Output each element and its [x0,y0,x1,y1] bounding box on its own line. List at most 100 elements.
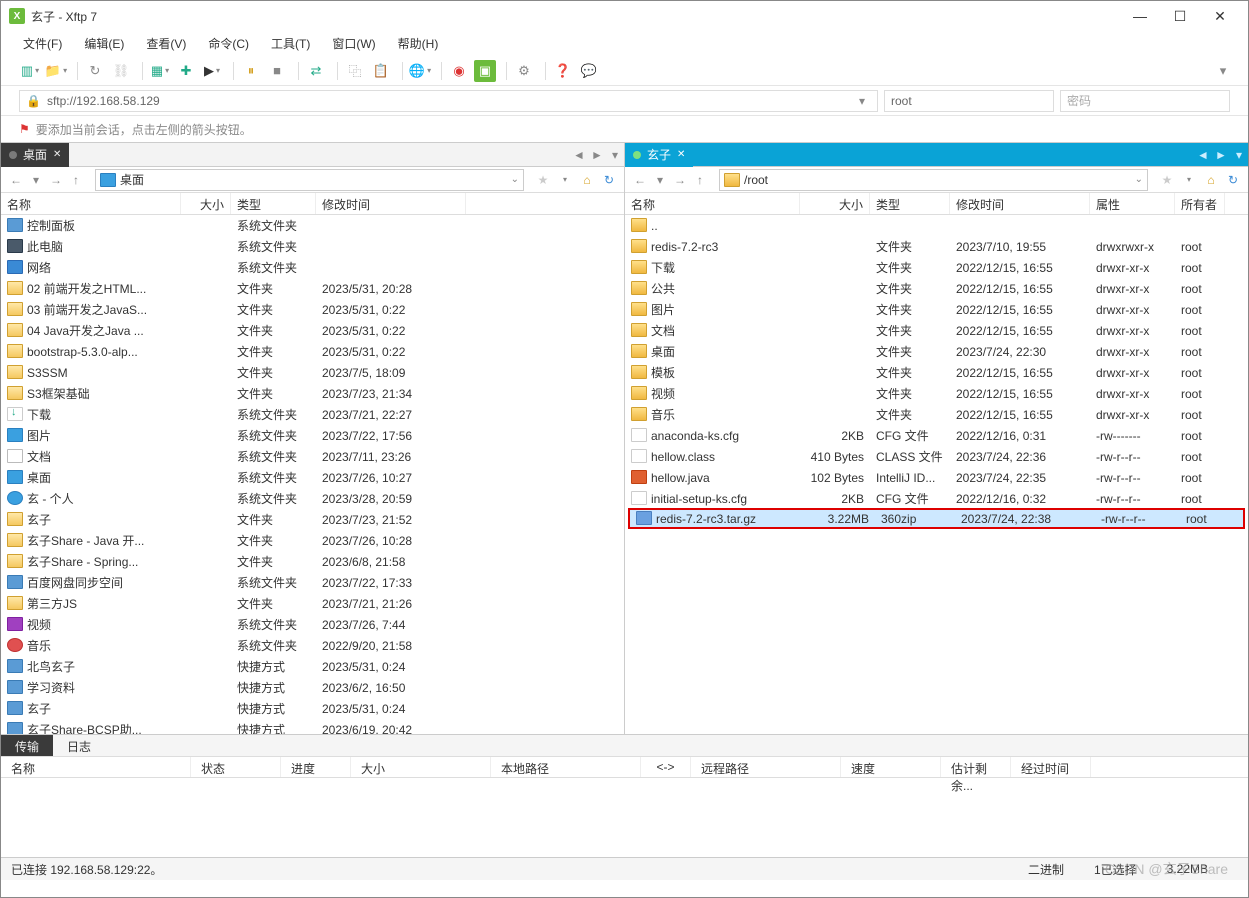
stop-icon[interactable]: ■ [266,60,288,82]
list-item[interactable]: 04 Java开发之Java ...文件夹2023/5/31, 0:22 [1,320,624,341]
password-input[interactable]: 密码 [1060,90,1230,112]
list-item[interactable]: 音乐文件夹2022/12/15, 16:55drwxr-xr-xroot [625,404,1248,425]
list-item[interactable]: 文档文件夹2022/12/15, 16:55drwxr-xr-xroot [625,320,1248,341]
list-item[interactable]: 桌面系统文件夹2023/7/26, 10:27 [1,467,624,488]
list-item[interactable]: 玄子Share - Spring...文件夹2023/6/8, 21:58 [1,551,624,572]
list-item[interactable]: 模板文件夹2022/12/15, 16:55drwxr-xr-xroot [625,362,1248,383]
history-icon[interactable]: ▾ [651,171,669,189]
remote-path-input[interactable]: /root ⌄ [719,169,1148,191]
list-item[interactable]: 音乐系统文件夹2022/9/20, 21:58 [1,635,624,656]
list-item[interactable]: 下载系统文件夹2023/7/21, 22:27 [1,404,624,425]
back-icon[interactable]: ← [7,171,25,189]
list-item[interactable]: 桌面文件夹2023/7/24, 22:30drwxr-xr-xroot [625,341,1248,362]
list-item[interactable]: 第三方JS文件夹2023/7/21, 21:26 [1,593,624,614]
star-dd-icon[interactable]: ▾ [556,171,574,189]
list-item[interactable]: 网络系统文件夹 [1,257,624,278]
refresh-icon[interactable]: ↻ [600,171,618,189]
maximize-button[interactable]: ☐ [1160,2,1200,30]
xcol-status[interactable]: 状态 [191,757,281,777]
col-attr[interactable]: 属性 [1090,193,1175,214]
list-item[interactable]: 下载文件夹2022/12/15, 16:55drwxr-xr-xroot [625,257,1248,278]
open-icon[interactable]: 📁 [45,60,67,82]
list-item[interactable]: 玄子快捷方式2023/5/31, 0:24 [1,698,624,719]
list-item[interactable]: .. [625,215,1248,236]
tab-next-icon[interactable]: ► [588,148,606,162]
col-name[interactable]: 名称 [1,193,181,214]
star-icon[interactable]: ★ [534,171,552,189]
close-tab-icon[interactable]: ✕ [677,149,685,160]
star-dd-icon[interactable]: ▾ [1180,171,1198,189]
xcol-eta[interactable]: 估计剩余... [941,757,1011,777]
col-date[interactable]: 修改时间 [950,193,1090,214]
tab-transfer[interactable]: 传输 [1,735,53,756]
remote-tab[interactable]: 玄子 ✕ [625,143,693,167]
xcol-size[interactable]: 大小 [351,757,491,777]
list-item[interactable]: initial-setup-ks.cfg2KBCFG 文件2022/12/16,… [625,488,1248,509]
xcol-speed[interactable]: 速度 [841,757,941,777]
disconnect-icon[interactable]: ⛓ [110,60,132,82]
tab-prev-icon[interactable]: ◄ [570,148,588,162]
xcol-remote-path[interactable]: 远程路径 [691,757,841,777]
list-item[interactable]: S3SSM文件夹2023/7/5, 18:09 [1,362,624,383]
path-dropdown-icon[interactable]: ⌄ [511,174,519,185]
list-item[interactable]: 玄子文件夹2023/7/23, 21:52 [1,509,624,530]
local-tab[interactable]: 桌面 ✕ [1,143,69,167]
menu-window[interactable]: 窗口(W) [328,33,379,54]
tab-next-icon[interactable]: ► [1212,148,1230,162]
home-icon[interactable]: ⌂ [578,171,596,189]
tab-log[interactable]: 日志 [53,735,105,756]
list-item[interactable]: 北鸟玄子快捷方式2023/5/31, 0:24 [1,656,624,677]
xcol-name[interactable]: 名称 [1,757,191,777]
xcol-local-path[interactable]: 本地路径 [491,757,641,777]
tab-prev-icon[interactable]: ◄ [1194,148,1212,162]
up-icon[interactable]: ↑ [67,171,85,189]
close-tab-icon[interactable]: ✕ [53,149,61,160]
col-owner[interactable]: 所有者 [1175,193,1225,214]
list-item[interactable]: 玄子Share - Java 开...文件夹2023/7/26, 10:28 [1,530,624,551]
green-tile-icon[interactable]: ▣ [474,60,496,82]
help-icon[interactable]: ❓ [552,60,574,82]
new-file-icon[interactable]: ▦ [149,60,171,82]
col-type[interactable]: 类型 [870,193,950,214]
list-item[interactable]: 此电脑系统文件夹 [1,236,624,257]
col-size[interactable]: 大小 [181,193,231,214]
menu-tools[interactable]: 工具(T) [267,33,314,54]
xcol-elapsed[interactable]: 经过时间 [1011,757,1091,777]
menu-command[interactable]: 命令(C) [204,33,253,54]
reconnect-icon[interactable]: ↻ [84,60,106,82]
gear-icon[interactable]: ⚙ [513,60,535,82]
history-icon[interactable]: ▾ [27,171,45,189]
menu-file[interactable]: 文件(F) [19,33,66,54]
refresh-icon[interactable]: ↻ [1224,171,1242,189]
list-item[interactable]: 学习资料快捷方式2023/6/2, 16:50 [1,677,624,698]
list-item[interactable]: 视频系统文件夹2023/7/26, 7:44 [1,614,624,635]
back-icon[interactable]: ← [631,171,649,189]
transfer-list[interactable] [1,778,1248,858]
list-item[interactable]: 03 前端开发之JavaS...文件夹2023/5/31, 0:22 [1,299,624,320]
forward-icon[interactable]: → [47,171,65,189]
list-item[interactable]: redis-7.2-rc3.tar.gz3.22MB360zip2023/7/2… [628,508,1245,529]
forward-icon[interactable]: → [671,171,689,189]
tab-menu-icon[interactable]: ▾ [1230,148,1248,162]
path-dropdown-icon[interactable]: ⌄ [1135,174,1143,185]
username-input[interactable]: root [884,90,1054,112]
new-folder-icon[interactable]: ✚ [175,60,197,82]
list-item[interactable]: 02 前端开发之HTML...文件夹2023/5/31, 20:28 [1,278,624,299]
col-name[interactable]: 名称 [625,193,800,214]
minimize-button[interactable]: — [1120,2,1160,30]
list-item[interactable]: 视频文件夹2022/12/15, 16:55drwxr-xr-xroot [625,383,1248,404]
up-icon[interactable]: ↑ [691,171,709,189]
list-item[interactable]: hellow.java102 BytesIntelliJ ID...2023/7… [625,467,1248,488]
list-item[interactable]: bootstrap-5.3.0-alp...文件夹2023/5/31, 0:22 [1,341,624,362]
list-item[interactable]: 图片文件夹2022/12/15, 16:55drwxr-xr-xroot [625,299,1248,320]
pause-icon[interactable]: ⏸ [240,60,262,82]
tab-menu-icon[interactable]: ▾ [606,148,624,162]
menu-help[interactable]: 帮助(H) [394,33,443,54]
close-button[interactable]: ✕ [1200,2,1240,30]
list-item[interactable]: 百度网盘同步空间系统文件夹2023/7/22, 17:33 [1,572,624,593]
list-item[interactable]: 文档系统文件夹2023/7/11, 23:26 [1,446,624,467]
local-filelist[interactable]: 控制面板系统文件夹此电脑系统文件夹网络系统文件夹02 前端开发之HTML...文… [1,215,624,734]
list-item[interactable]: hellow.class410 BytesCLASS 文件2023/7/24, … [625,446,1248,467]
remote-filelist[interactable]: ..redis-7.2-rc3文件夹2023/7/10, 19:55drwxrw… [625,215,1248,734]
menu-view[interactable]: 查看(V) [142,33,190,54]
